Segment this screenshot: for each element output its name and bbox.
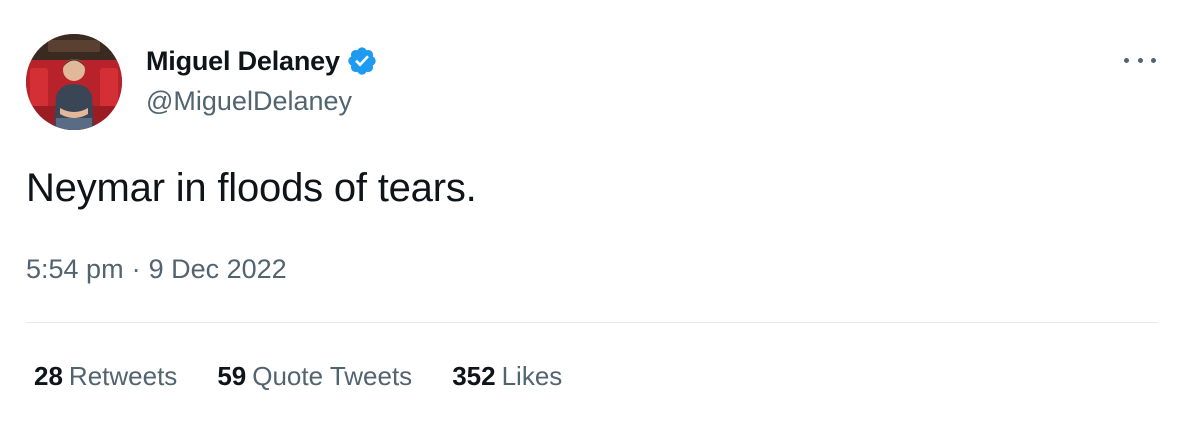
likes-label: Likes	[501, 361, 563, 391]
retweets-count: 28	[34, 361, 63, 391]
retweets-label: Retweets	[68, 361, 178, 391]
tweet-stats: 28 Retweets 59 Quote Tweets 352 Likes	[34, 361, 602, 392]
more-options-icon[interactable]	[1124, 48, 1156, 72]
avatar[interactable]	[26, 34, 122, 130]
dot	[1151, 57, 1156, 63]
name-row: Miguel Delaney	[146, 44, 378, 78]
dot	[1137, 57, 1143, 63]
divider	[26, 322, 1158, 323]
handle[interactable]: @MiguelDelaney	[146, 86, 378, 117]
meta-separator: ·	[131, 254, 141, 284]
quote-tweets-count: 59	[217, 361, 247, 391]
likes-stat[interactable]: 352 Likes	[452, 361, 562, 392]
verified-badge-icon	[346, 45, 378, 77]
tweet-time: 5:54 pm	[26, 254, 124, 284]
dot	[1124, 57, 1129, 63]
author-info: Miguel Delaney @MiguelDelaney	[146, 44, 378, 117]
tweet-card: Miguel Delaney @MiguelDelaney Neymar in …	[0, 0, 1192, 422]
quote-tweets-label: Quote Tweets	[252, 361, 413, 391]
tweet-text: Neymar in floods of tears.	[26, 166, 477, 210]
tweet-date: 9 Dec 2022	[148, 254, 287, 284]
tweet-timestamp[interactable]: 5:54 pm · 9 Dec 2022	[26, 254, 287, 285]
display-name[interactable]: Miguel Delaney	[146, 46, 340, 77]
avatar-photo	[26, 34, 122, 130]
quote-tweets-stat[interactable]: 59 Quote Tweets	[217, 361, 412, 392]
likes-count: 352	[452, 361, 496, 391]
retweets-stat[interactable]: 28 Retweets	[34, 361, 177, 392]
